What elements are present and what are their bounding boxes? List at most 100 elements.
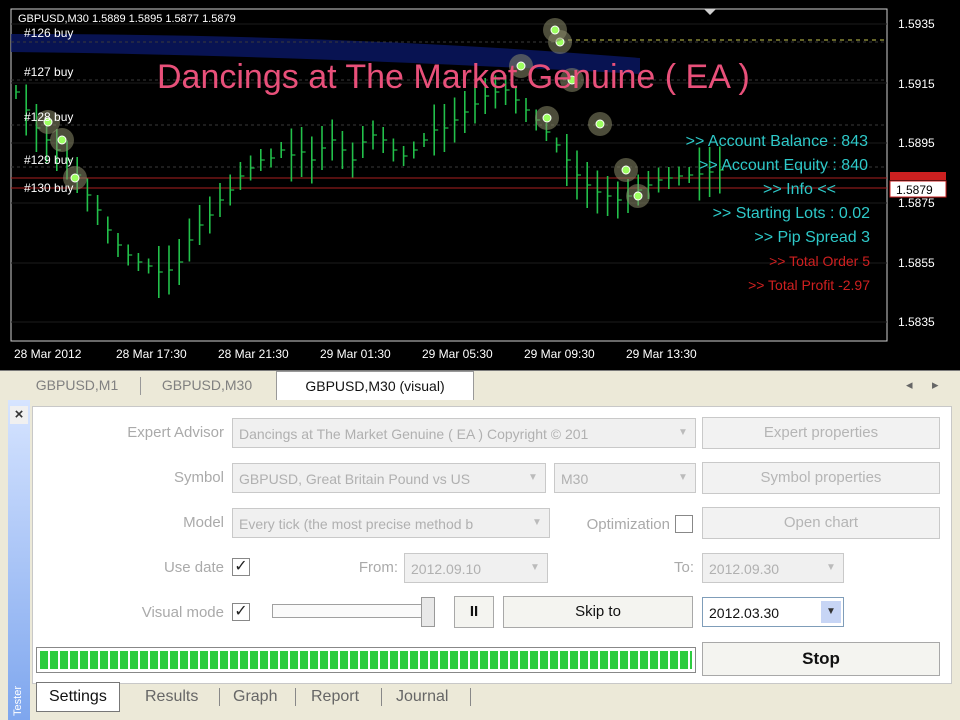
time-tick: 29 Mar 13:30 <box>626 347 697 361</box>
price-chart[interactable]: GBPUSD,M30 1.5889 1.5895 1.5877 1.5879 D… <box>0 0 960 370</box>
tab-gbpusd-m30-visual[interactable]: GBPUSD,M30 (visual) <box>276 371 474 400</box>
test-progress-bar <box>36 647 696 673</box>
candle-group <box>15 75 724 298</box>
time-tick: 29 Mar 01:30 <box>320 347 391 361</box>
info-pip-spread: >> Pip Spread 3 <box>754 229 870 246</box>
symbol-value: GBPUSD, Great Britain Pound vs US <box>239 471 471 487</box>
time-tick: 29 Mar 05:30 <box>422 347 493 361</box>
chart-title: Dancings at The Market Genuine ( EA ) <box>157 58 750 96</box>
model-label: Model <box>183 514 224 531</box>
trade-marker <box>550 25 560 35</box>
order-label: #126 buy <box>24 26 73 40</box>
use-date-checkbox[interactable]: ✓ <box>232 558 250 576</box>
chevron-down-icon: ▼ <box>678 472 688 483</box>
period-value: M30 <box>561 471 589 487</box>
price-tick: 1.5895 <box>898 136 935 150</box>
model-select[interactable]: Every tick (the most precise method b ▼ <box>232 508 550 538</box>
chevron-down-icon: ▼ <box>528 472 538 483</box>
speed-slider-thumb[interactable] <box>421 597 435 627</box>
price-tick: 1.5835 <box>898 315 935 329</box>
tab-separator <box>295 688 296 706</box>
from-date-picker[interactable]: 2012.09.10 ▼ <box>404 553 548 583</box>
chevron-down-icon: ▼ <box>532 517 542 528</box>
optimization-label: Optimization <box>586 516 670 533</box>
open-chart-button[interactable]: Open chart <box>702 507 940 539</box>
to-date-picker[interactable]: 2012.09.30 ▼ <box>702 553 844 583</box>
info-account-balance: >> Account Balance : 843 <box>686 133 868 150</box>
chevron-down-icon: ▼ <box>821 601 841 623</box>
model-value: Every tick (the most precise method b <box>239 516 474 532</box>
trade-marker <box>542 113 552 123</box>
info-account-equity: >> Account Equity : 840 <box>699 157 868 174</box>
time-tick: 28 Mar 2012 <box>14 347 82 361</box>
order-label: #128 buy <box>24 110 73 124</box>
pause-button[interactable]: II <box>454 596 494 628</box>
price-tick: 1.5935 <box>898 17 935 31</box>
skip-to-date-value: 2012.03.30 <box>709 605 780 621</box>
tab-separator <box>140 377 141 395</box>
trade-marker <box>595 119 605 129</box>
progress-fill <box>40 651 692 669</box>
tab-scroll-left-icon[interactable]: ◂ <box>906 377 913 393</box>
skip-to-button[interactable]: Skip to <box>503 596 693 628</box>
trade-marker <box>57 135 67 145</box>
tester-side-rail: × Tester <box>8 400 30 720</box>
chart-canvas: GBPUSD,M30 1.5889 1.5895 1.5877 1.5879 D… <box>10 8 947 361</box>
price-tick: 1.5875 <box>898 196 935 210</box>
trade-marker <box>621 165 631 175</box>
tab-separator <box>470 688 471 706</box>
expert-advisor-select[interactable]: Dancings at The Market Genuine ( EA ) Co… <box>232 418 696 448</box>
symbol-label: Symbol <box>173 469 224 486</box>
to-label: To: <box>673 559 694 576</box>
info-total-profit: >> Total Profit -2.97 <box>748 277 870 293</box>
symbol-select[interactable]: GBPUSD, Great Britain Pound vs US ▼ <box>232 463 546 493</box>
tester-side-label: Tester <box>12 686 24 716</box>
time-tick: 29 Mar 09:30 <box>524 347 595 361</box>
order-label: #127 buy <box>24 65 73 79</box>
speed-slider-track[interactable] <box>272 604 434 618</box>
chevron-down-icon: ▼ <box>678 427 688 438</box>
tab-settings[interactable]: Settings <box>36 682 120 712</box>
tab-journal[interactable]: Journal <box>396 684 448 710</box>
tab-scroll-right-icon[interactable]: ▸ <box>932 377 939 393</box>
close-icon[interactable]: × <box>10 406 28 424</box>
from-label: From: <box>358 559 398 576</box>
chevron-down-icon: ▼ <box>530 562 540 573</box>
chart-header: GBPUSD,M30 1.5889 1.5895 1.5877 1.5879 <box>18 13 236 25</box>
trade-marker <box>633 191 643 201</box>
info-header: >> Info << <box>763 181 836 198</box>
tab-report[interactable]: Report <box>311 684 359 710</box>
tab-graph[interactable]: Graph <box>233 684 277 710</box>
use-date-label: Use date <box>163 559 224 576</box>
current-price-stripe <box>890 172 946 180</box>
expert-advisor-label: Expert Advisor <box>127 424 224 441</box>
info-starting-lots: >> Starting Lots : 0.02 <box>713 205 871 222</box>
tab-results[interactable]: Results <box>145 684 198 710</box>
stop-button[interactable]: Stop <box>702 642 940 676</box>
tab-separator <box>219 688 220 706</box>
time-tick: 28 Mar 21:30 <box>218 347 289 361</box>
tab-gbpusd-m1[interactable]: GBPUSD,M1 <box>18 373 136 398</box>
price-tick: 1.5915 <box>898 77 935 91</box>
expert-properties-button[interactable]: Expert properties <box>702 417 940 449</box>
time-axis: 28 Mar 2012 28 Mar 17:30 28 Mar 21:30 29… <box>14 347 697 361</box>
tab-gbpusd-m30[interactable]: GBPUSD,M30 <box>146 373 268 398</box>
visual-mode-checkbox[interactable]: ✓ <box>232 603 250 621</box>
tab-separator <box>381 688 382 706</box>
from-date-value: 2012.09.10 <box>411 561 482 577</box>
info-total-order: >> Total Order 5 <box>769 253 870 269</box>
skip-to-date-picker[interactable]: 2012.03.30 ▼ <box>702 597 844 627</box>
chart-tab-strip: GBPUSD,M1 GBPUSD,M30 GBPUSD,M30 (visual)… <box>0 370 960 401</box>
order-label: #130 buy <box>24 181 73 195</box>
scroll-marker[interactable] <box>704 9 716 15</box>
order-label: #129 buy <box>24 153 73 167</box>
symbol-properties-button[interactable]: Symbol properties <box>702 462 940 494</box>
expert-advisor-value: Dancings at The Market Genuine ( EA ) Co… <box>239 426 589 442</box>
chevron-down-icon: ▼ <box>826 562 836 573</box>
visual-mode-label: Visual mode <box>141 604 224 621</box>
time-tick: 28 Mar 17:30 <box>116 347 187 361</box>
period-select[interactable]: M30 ▼ <box>554 463 696 493</box>
optimization-checkbox[interactable] <box>675 515 693 533</box>
current-price-label: 1.5879 <box>896 183 933 197</box>
to-date-value: 2012.09.30 <box>709 561 780 577</box>
